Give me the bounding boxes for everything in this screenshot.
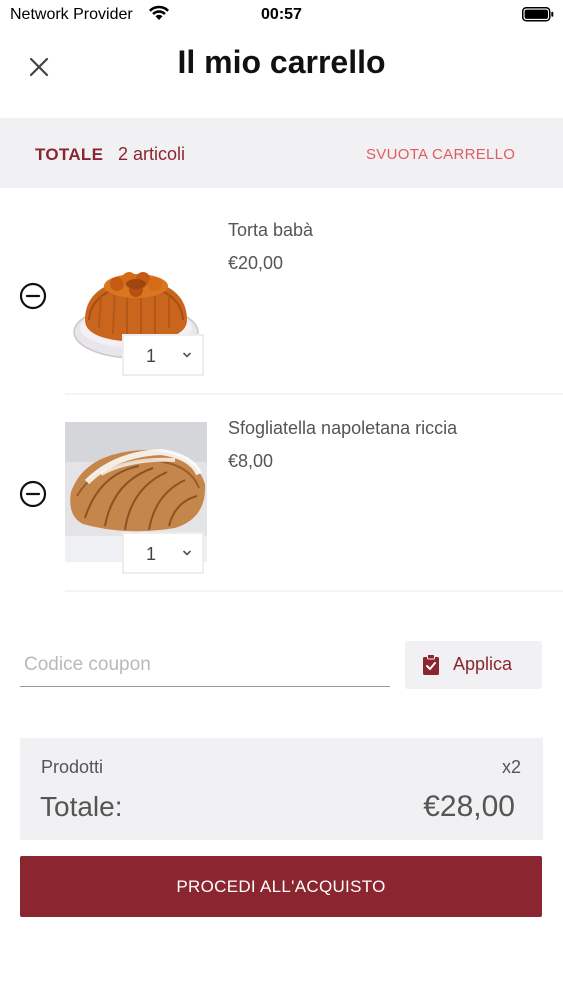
chevron-down-icon — [182, 352, 192, 358]
quantity-select[interactable]: 1 — [122, 334, 204, 376]
products-label: Prodotti — [41, 757, 104, 777]
clock: 00:57 — [261, 6, 302, 23]
apply-coupon-button[interactable]: Applica — [405, 641, 542, 689]
remove-item-icon[interactable] — [19, 282, 47, 310]
total-label: Totale: — [40, 791, 123, 822]
item-divider — [65, 590, 563, 592]
quantity-value: 1 — [146, 346, 157, 366]
checkout-button[interactable]: PROCEDI ALL'ACQUISTO — [20, 856, 542, 917]
chevron-down-icon — [182, 550, 192, 556]
clipboard-check-icon — [423, 654, 439, 675]
order-totals: Prodotti x2 Totale: €28,00 — [20, 738, 543, 840]
cart-summary-bar: TOTALE 2 articoli SVUOTA CARRELLO — [0, 118, 563, 188]
page-title: Il mio carrello — [177, 44, 386, 80]
cart-item: Sfogliatella napoletana riccia €8,00 1 — [0, 394, 563, 590]
quantity-select[interactable]: 1 — [122, 532, 204, 574]
product-name: Sfogliatella napoletana riccia — [228, 418, 458, 438]
apply-label: Applica — [453, 654, 513, 674]
quantity-value: 1 — [146, 544, 157, 564]
coupon-input[interactable] — [20, 643, 390, 687]
item-count: 2 articoli — [118, 144, 186, 164]
total-value: €28,00 — [423, 790, 515, 823]
product-price: €20,00 — [228, 253, 284, 273]
total-label: TOTALE — [35, 145, 104, 164]
product-name: Torta babà — [228, 220, 314, 240]
clear-cart-button[interactable]: SVUOTA CARRELLO — [366, 146, 515, 163]
cart-item: Torta babà €20,00 1 — [0, 196, 563, 392]
status-bar: Network Provider 00:57 — [0, 0, 563, 30]
remove-item-icon[interactable] — [19, 480, 47, 508]
product-price: €8,00 — [228, 451, 274, 471]
battery-icon — [522, 7, 554, 22]
products-count: x2 — [501, 757, 521, 777]
